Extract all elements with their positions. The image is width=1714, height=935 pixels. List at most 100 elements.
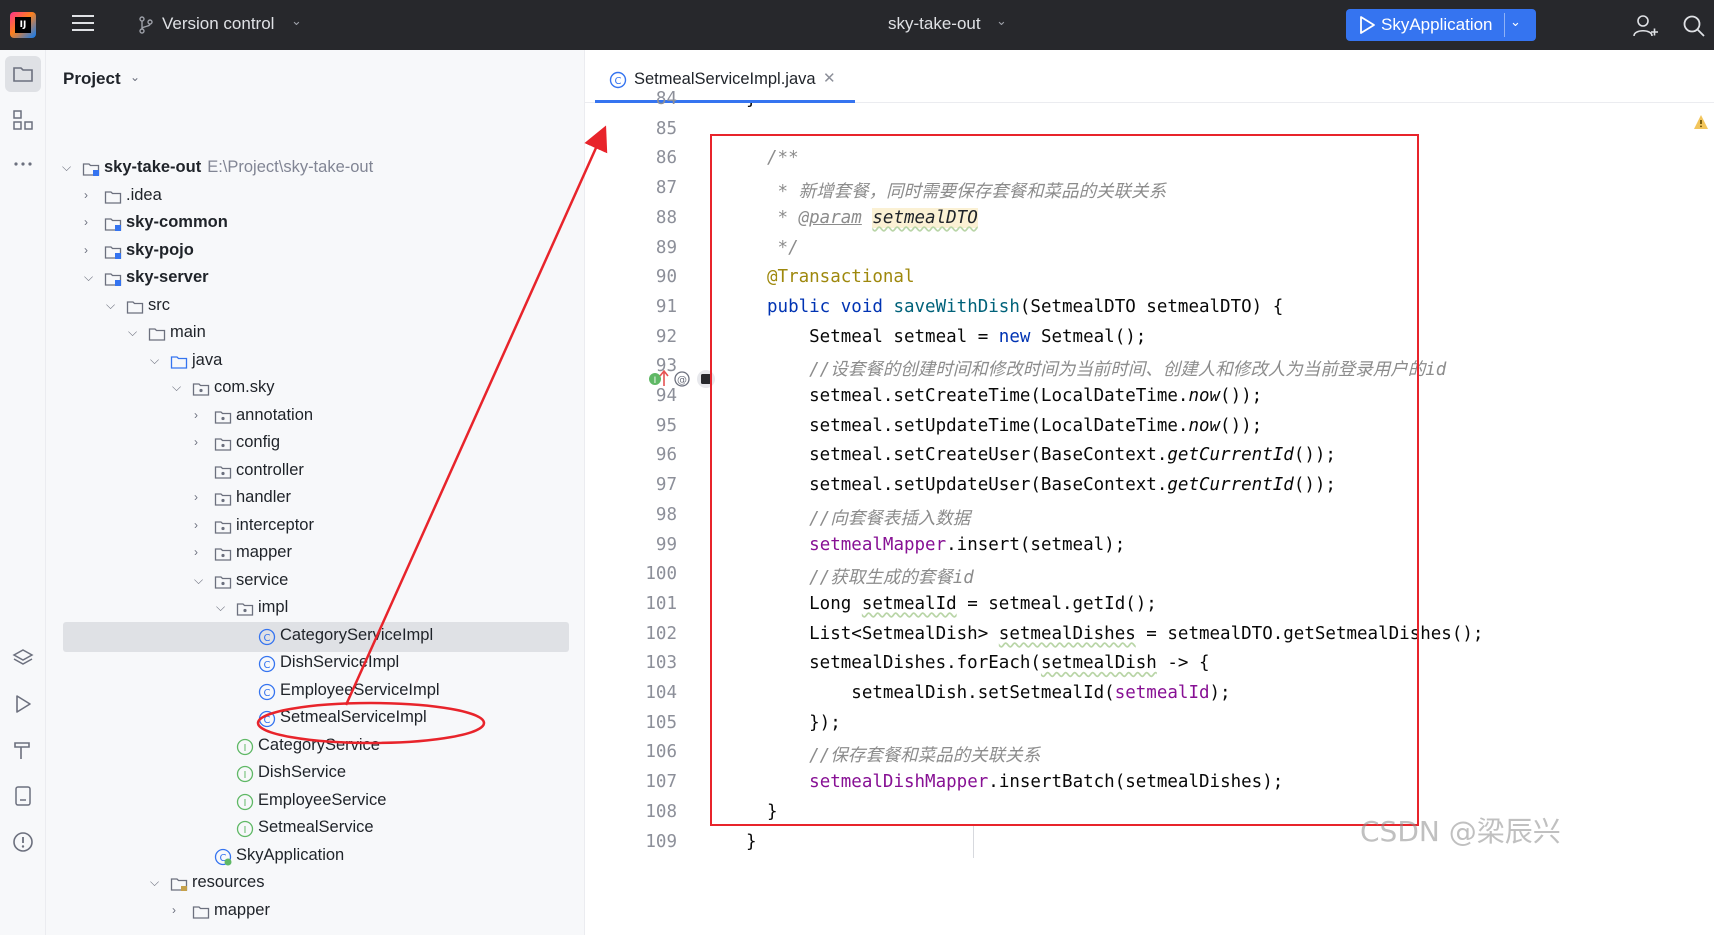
tree-item-impl[interactable]: ⌵ impl xyxy=(46,594,571,624)
tree-item-idea[interactable]: › .idea xyxy=(46,182,571,212)
code-line[interactable]: setmealDishes.forEach(setmealDish -> { xyxy=(767,653,1209,673)
tree-item-categoryserviceimpl[interactable]: C CategoryServiceImpl xyxy=(63,621,569,652)
chevron-right-icon[interactable]: › xyxy=(194,408,206,422)
version-control-menu[interactable]: Version control xyxy=(162,14,274,34)
code-line[interactable]: */ xyxy=(767,238,799,258)
code-line[interactable]: setmeal.setUpdateTime(LocalDateTime.now(… xyxy=(767,416,1262,436)
intellij-logo-icon[interactable]: IJ xyxy=(10,12,36,38)
code-line[interactable]: //获取生成的套餐id xyxy=(767,564,974,589)
tree-item-interceptor[interactable]: › interceptor xyxy=(46,512,571,542)
add-user-icon[interactable] xyxy=(1632,13,1658,39)
close-icon[interactable]: ✕ xyxy=(823,69,836,87)
tree-item-config[interactable]: › config xyxy=(46,429,571,459)
tree-item-controller[interactable]: controller xyxy=(46,457,571,487)
chevron-right-icon[interactable]: › xyxy=(84,188,96,202)
tree-item-dishserviceimpl[interactable]: C DishServiceImpl xyxy=(46,649,571,679)
code-line[interactable]: //向套餐表插入数据 xyxy=(767,505,970,530)
chevron-right-icon[interactable]: › xyxy=(84,215,96,229)
code-line[interactable]: /** xyxy=(767,148,799,168)
chevron-down-icon[interactable]: ⌵ xyxy=(84,270,96,285)
tree-item-mapper[interactable]: › mapper xyxy=(46,897,571,927)
tree-item-skyapplication[interactable]: C SkyApplication xyxy=(46,842,571,872)
run-configuration-button[interactable]: SkyApplication ⌄ xyxy=(1346,9,1536,41)
problems-tool-button[interactable] xyxy=(5,824,41,860)
main-menu-icon[interactable] xyxy=(72,15,94,33)
tree-item-sky-take-out[interactable]: ⌵ sky-take-out E:\Project\sky-take-out xyxy=(46,154,571,184)
chevron-down-icon[interactable]: ⌵ xyxy=(128,325,140,340)
chevron-right-icon[interactable]: › xyxy=(194,435,206,449)
chevron-down-icon[interactable]: ⌵ xyxy=(150,875,162,890)
layers-tool-button[interactable] xyxy=(5,640,41,676)
tree-item-resources[interactable]: ⌵ resources xyxy=(46,869,571,899)
run-tool-button[interactable] xyxy=(5,686,41,722)
structure-tool-button[interactable] xyxy=(5,102,41,138)
chevron-down-icon[interactable]: ⌄ xyxy=(1510,15,1521,30)
search-icon[interactable] xyxy=(1682,14,1706,38)
more-tools-button[interactable] xyxy=(5,146,41,182)
tree-item-categoryservice[interactable]: I CategoryService xyxy=(46,732,571,762)
chevron-down-icon[interactable]: ⌵ xyxy=(172,380,184,395)
chevron-right-icon[interactable]: › xyxy=(194,518,206,532)
code-line[interactable]: * @param setmealDTO xyxy=(767,207,978,228)
run-icon[interactable] xyxy=(1358,15,1376,35)
tree-item-main[interactable]: ⌵ main xyxy=(46,319,571,349)
tree-item-sky-pojo[interactable]: › sky-pojo xyxy=(46,237,571,267)
tree-item-sky-server[interactable]: ⌵ sky-server xyxy=(46,264,571,294)
run-config-label[interactable]: SkyApplication xyxy=(1381,15,1493,35)
tree-item-mapper[interactable]: › mapper xyxy=(46,539,571,569)
code-line[interactable]: public void saveWithDish(SetmealDTO setm… xyxy=(767,297,1283,317)
tree-item-com-sky[interactable]: ⌵ com.sky xyxy=(46,374,571,404)
code-line[interactable]: setmeal.setCreateTime(LocalDateTime.now(… xyxy=(767,386,1262,406)
code-line[interactable]: Long setmealId = setmeal.getId(); xyxy=(767,594,1157,614)
terminal-tool-button[interactable] xyxy=(5,778,41,814)
project-switcher[interactable]: sky-take-out xyxy=(888,14,981,34)
code-line[interactable]: setmeal.setCreateUser(BaseContext.getCur… xyxy=(767,445,1336,465)
tree-item-sky-common[interactable]: › sky-common xyxy=(46,209,571,239)
chevron-down-icon[interactable]: ⌵ xyxy=(106,298,118,313)
tree-item-employeeserviceimpl[interactable]: C EmployeeServiceImpl xyxy=(46,677,571,707)
tree-item-service[interactable]: ⌵ service xyxy=(46,567,571,597)
code-line[interactable]: setmeal.setUpdateUser(BaseContext.getCur… xyxy=(767,475,1336,495)
tree-item-java[interactable]: ⌵ java xyxy=(46,347,571,377)
code-line[interactable]: //保存套餐和菜品的关联关系 xyxy=(767,742,1040,767)
tree-item-employeeservice[interactable]: I EmployeeService xyxy=(46,787,571,817)
package-icon xyxy=(214,410,232,424)
code-line[interactable]: @Transactional xyxy=(767,267,915,287)
chevron-down-icon[interactable]: ⌄ xyxy=(291,14,302,29)
code-line[interactable]: * 新增套餐，同时需要保存套餐和菜品的关联关系 xyxy=(767,178,1167,203)
code-line[interactable]: }); xyxy=(767,713,841,733)
tab-label[interactable]: SetmealServiceImpl.java xyxy=(634,70,816,89)
build-tool-button[interactable] xyxy=(5,732,41,768)
chevron-down-icon[interactable]: ⌵ xyxy=(62,160,74,175)
tree-item-label: CategoryService xyxy=(258,735,380,754)
chevron-right-icon[interactable]: › xyxy=(194,545,206,559)
panel-title[interactable]: Project xyxy=(63,69,121,89)
code-line[interactable]: } xyxy=(746,103,757,109)
tree-item-dishservice[interactable]: I DishService xyxy=(46,759,571,789)
chevron-right-icon[interactable]: › xyxy=(194,490,206,504)
tree-item-src[interactable]: ⌵ src xyxy=(46,292,571,322)
tree-item-handler[interactable]: › handler xyxy=(46,484,571,514)
chevron-right-icon[interactable]: › xyxy=(84,243,96,257)
code-line[interactable]: setmealMapper.insert(setmeal); xyxy=(767,535,1125,555)
project-tool-button[interactable] xyxy=(5,56,41,92)
tree-item-setmealservice[interactable]: I SetmealService xyxy=(46,814,571,844)
code-line[interactable]: List<SetmealDish> setmealDishes = setmea… xyxy=(767,624,1483,644)
chevron-down-icon[interactable]: ⌵ xyxy=(150,353,162,368)
tree-item-annotation[interactable]: › annotation xyxy=(46,402,571,432)
line-number: 86 xyxy=(655,148,677,169)
svg-text:C: C xyxy=(264,715,271,726)
code-line[interactable]: //设套餐的创建时间和修改时间为当前时间、创建人和修改人为当前登录用户的id xyxy=(767,356,1446,381)
chevron-down-icon[interactable]: ⌄ xyxy=(130,70,140,84)
code-line[interactable]: } xyxy=(746,832,757,852)
tree-item-setmealserviceimpl[interactable]: C SetmealServiceImpl xyxy=(46,704,571,734)
chevron-down-icon[interactable]: ⌵ xyxy=(216,600,228,615)
code-line[interactable]: } xyxy=(767,802,778,822)
chevron-down-icon[interactable]: ⌄ xyxy=(996,14,1007,29)
code-line[interactable]: setmealDish.setSetmealId(setmealId); xyxy=(767,683,1230,703)
code-token: */ xyxy=(767,237,799,258)
code-line[interactable]: setmealDishMapper.insertBatch(setmealDis… xyxy=(767,772,1283,792)
chevron-down-icon[interactable]: ⌵ xyxy=(194,573,206,588)
chevron-right-icon[interactable]: › xyxy=(172,903,184,917)
code-line[interactable]: Setmeal setmeal = new Setmeal(); xyxy=(767,327,1146,347)
